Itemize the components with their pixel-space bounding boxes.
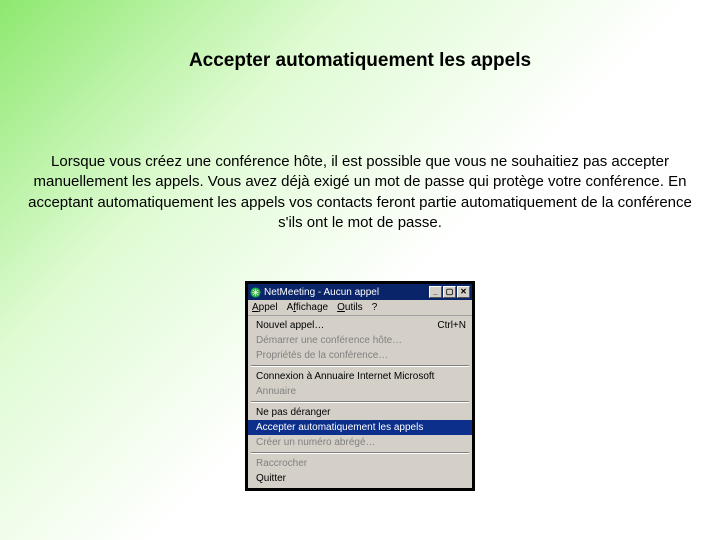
menu-item-ne-pas-deranger[interactable]: Ne pas déranger xyxy=(248,405,472,420)
slide: Accepter automatiquement les appels Lors… xyxy=(0,0,720,540)
menu-item-shortcut: Ctrl+N xyxy=(417,319,466,332)
menu-item-label: Annuaire xyxy=(256,385,296,398)
menu-separator xyxy=(251,452,469,454)
window-titlebar: NetMeeting - Aucun appel _ ▢ ✕ xyxy=(248,284,472,300)
menu-affichage[interactable]: Affichage xyxy=(287,302,329,313)
menu-item-nouvel-appel[interactable]: Nouvel appel… Ctrl+N xyxy=(248,318,472,333)
menu-item-label: Créer un numéro abrégé… xyxy=(256,436,376,449)
menu-appel[interactable]: Appel xyxy=(252,302,278,313)
menu-item-label: Quitter xyxy=(256,472,286,485)
menubar: Appel Affichage Outils ? xyxy=(248,300,472,316)
menu-item-proprietes[interactable]: Propriétés de la conférence… xyxy=(248,348,472,363)
menu-item-creer-numero[interactable]: Créer un numéro abrégé… xyxy=(248,435,472,450)
menu-item-label: Propriétés de la conférence… xyxy=(256,349,388,362)
figure-container: NetMeeting - Aucun appel _ ▢ ✕ Appel Aff… xyxy=(0,281,720,491)
appel-dropdown-menu: Nouvel appel… Ctrl+N Démarrer une confér… xyxy=(248,316,472,488)
menu-separator xyxy=(251,401,469,403)
close-button[interactable]: ✕ xyxy=(457,286,470,298)
menu-item-demarrer-conference[interactable]: Démarrer une conférence hôte… xyxy=(248,333,472,348)
netmeeting-icon xyxy=(250,287,261,298)
menu-aide[interactable]: ? xyxy=(372,302,378,313)
menu-item-label: Raccrocher xyxy=(256,457,307,470)
minimize-button[interactable]: _ xyxy=(429,286,442,298)
titlebar-left: NetMeeting - Aucun appel xyxy=(250,287,379,298)
netmeeting-window: NetMeeting - Aucun appel _ ▢ ✕ Appel Aff… xyxy=(245,281,475,491)
window-buttons: _ ▢ ✕ xyxy=(429,286,470,298)
menu-item-label: Nouvel appel… xyxy=(256,319,324,332)
menu-item-label: Ne pas déranger xyxy=(256,406,331,419)
slide-title: Accepter automatiquement les appels xyxy=(0,0,720,82)
menu-item-connexion-annuaire[interactable]: Connexion à Annuaire Internet Microsoft xyxy=(248,369,472,384)
menu-item-label: Démarrer une conférence hôte… xyxy=(256,334,402,347)
menu-item-quitter[interactable]: Quitter xyxy=(248,471,472,486)
maximize-button[interactable]: ▢ xyxy=(443,286,456,298)
menu-item-annuaire[interactable]: Annuaire xyxy=(248,384,472,399)
menu-outils[interactable]: Outils xyxy=(337,302,363,313)
window-title: NetMeeting - Aucun appel xyxy=(264,287,379,298)
menu-separator xyxy=(251,365,469,367)
menu-item-raccrocher[interactable]: Raccrocher xyxy=(248,456,472,471)
slide-body-text: Lorsque vous créez une conférence hôte, … xyxy=(26,152,694,233)
menu-item-label: Accepter automatiquement les appels xyxy=(256,421,423,434)
menu-item-label: Connexion à Annuaire Internet Microsoft xyxy=(256,370,434,383)
menu-item-accepter-auto[interactable]: Accepter automatiquement les appels xyxy=(248,420,472,435)
